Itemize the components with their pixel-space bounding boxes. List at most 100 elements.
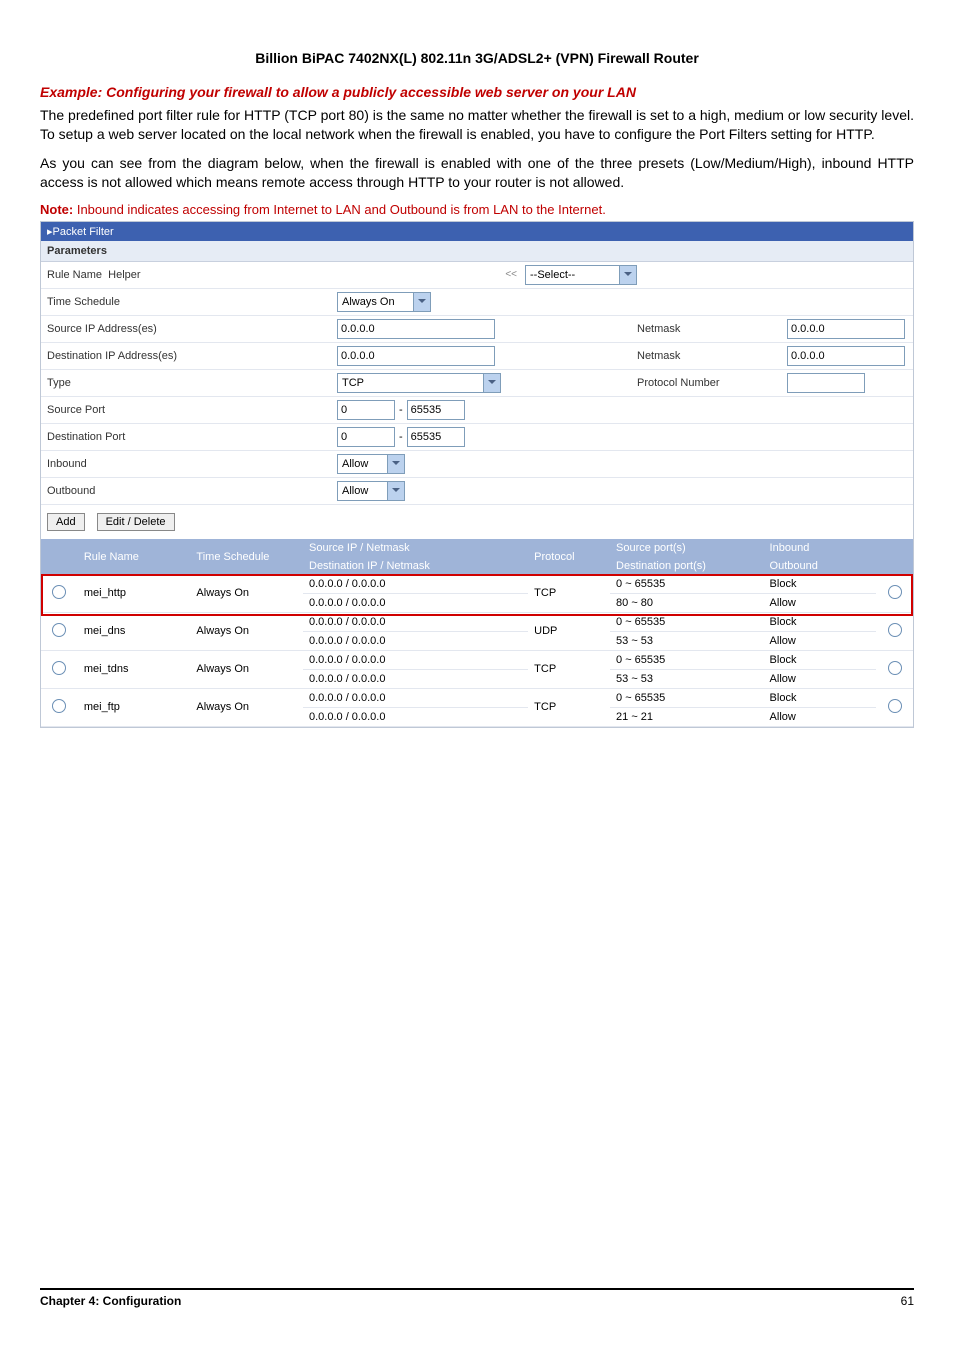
rule-sp-cell: 0 ~ 65535 <box>610 575 764 594</box>
note-text: Inbound indicates accessing from Interne… <box>73 202 606 217</box>
row-radio[interactable] <box>52 661 66 675</box>
rule-dp-cell: 53 ~ 53 <box>610 669 764 688</box>
type-label: Type <box>47 377 337 389</box>
rule-in-cell: Block <box>764 575 877 594</box>
protocol-number-label: Protocol Number <box>637 377 787 389</box>
rule-schedule-cell: Always On <box>190 650 303 688</box>
source-port-to-input[interactable] <box>407 400 465 420</box>
table-row: mei_dnsAlways On0.0.0.0 / 0.0.0.0UDP0 ~ … <box>41 612 913 631</box>
row-radio-right[interactable] <box>888 623 902 637</box>
paragraph-1: The predefined port filter rule for HTTP… <box>40 106 914 144</box>
rule-schedule-cell: Always On <box>190 575 303 613</box>
source-ip-input[interactable] <box>337 319 495 339</box>
panel-title: ▸Packet Filter <box>41 222 913 241</box>
col-rule-name: Rule Name <box>78 539 191 575</box>
table-row: mei_ftpAlways On0.0.0.0 / 0.0.0.0TCP0 ~ … <box>41 688 913 707</box>
rule-out-cell: Allow <box>764 707 877 726</box>
dest-ip-input[interactable] <box>337 346 495 366</box>
dash-separator: - <box>399 431 403 443</box>
source-netmask-label: Netmask <box>637 323 787 335</box>
packet-filter-panel: ▸Packet Filter Parameters Rule Name Help… <box>40 221 914 728</box>
rule-proto-cell: TCP <box>528 650 610 688</box>
parameters-heading: Parameters <box>41 241 913 262</box>
edit-delete-button[interactable]: Edit / Delete <box>97 513 175 531</box>
source-netmask-input[interactable] <box>787 319 905 339</box>
col-dest-ip: Destination IP / Netmask <box>303 557 528 575</box>
rules-table: Rule Name Time Schedule Source IP / Netm… <box>41 539 913 727</box>
type-select[interactable]: TCP <box>337 373 501 393</box>
rule-name-cell: mei_dns <box>78 612 191 650</box>
rule-sp-cell: 0 ~ 65535 <box>610 612 764 631</box>
row-radio[interactable] <box>52 623 66 637</box>
rule-sp-cell: 0 ~ 65535 <box>610 688 764 707</box>
col-dest-ports: Destination port(s) <box>610 557 764 575</box>
helper-arrow-icon: << <box>505 269 517 280</box>
rule-proto-cell: UDP <box>528 612 610 650</box>
rule-out-cell: Allow <box>764 669 877 688</box>
rule-name-cell: mei_ftp <box>78 688 191 726</box>
rule-src-cell: 0.0.0.0 / 0.0.0.0 <box>303 688 528 707</box>
rule-dp-cell: 53 ~ 53 <box>610 631 764 650</box>
source-port-from-input[interactable] <box>337 400 395 420</box>
outbound-label: Outbound <box>47 485 337 497</box>
rule-schedule-cell: Always On <box>190 612 303 650</box>
row-radio[interactable] <box>52 699 66 713</box>
rule-out-cell: Allow <box>764 631 877 650</box>
col-source-ports: Source port(s) <box>610 539 764 557</box>
table-row: mei_httpAlways On0.0.0.0 / 0.0.0.0TCP0 ~… <box>41 575 913 594</box>
rule-proto-cell: TCP <box>528 688 610 726</box>
rule-src-cell: 0.0.0.0 / 0.0.0.0 <box>303 575 528 594</box>
time-schedule-select[interactable]: Always On <box>337 292 431 312</box>
rule-schedule-cell: Always On <box>190 688 303 726</box>
page-footer: Chapter 4: Configuration 61 <box>40 1288 914 1308</box>
note-line: Note: Inbound indicates accessing from I… <box>40 202 914 217</box>
col-outbound: Outbound <box>764 557 877 575</box>
note-label: Note: <box>40 202 73 217</box>
add-button[interactable]: Add <box>47 513 85 531</box>
rule-name-cell: mei_tdns <box>78 650 191 688</box>
rule-out-cell: Allow <box>764 593 877 612</box>
rule-dp-cell: 21 ~ 21 <box>610 707 764 726</box>
paragraph-2: As you can see from the diagram below, w… <box>40 154 914 192</box>
dest-netmask-label: Netmask <box>637 350 787 362</box>
outbound-select[interactable]: Allow <box>337 481 405 501</box>
rule-sp-cell: 0 ~ 65535 <box>610 650 764 669</box>
col-protocol: Protocol <box>528 539 610 575</box>
page-title: Billion BiPAC 7402NX(L) 802.11n 3G/ADSL2… <box>40 50 914 66</box>
rule-name-select[interactable]: --Select-- <box>525 265 637 285</box>
rule-proto-cell: TCP <box>528 575 610 613</box>
rule-name-label: Rule Name Helper <box>47 269 337 281</box>
rule-dp-cell: 80 ~ 80 <box>610 593 764 612</box>
rule-dst-cell: 0.0.0.0 / 0.0.0.0 <box>303 669 528 688</box>
row-radio-right[interactable] <box>888 585 902 599</box>
rule-in-cell: Block <box>764 688 877 707</box>
rule-src-cell: 0.0.0.0 / 0.0.0.0 <box>303 650 528 669</box>
dest-port-from-input[interactable] <box>337 427 395 447</box>
rule-name-cell: mei_http <box>78 575 191 613</box>
dest-netmask-input[interactable] <box>787 346 905 366</box>
protocol-number-input[interactable] <box>787 373 865 393</box>
dest-port-label: Destination Port <box>47 431 337 443</box>
page-number: 61 <box>901 1294 914 1308</box>
col-source-ip: Source IP / Netmask <box>303 539 528 557</box>
time-schedule-label: Time Schedule <box>47 296 337 308</box>
dest-port-to-input[interactable] <box>407 427 465 447</box>
inbound-select[interactable]: Allow <box>337 454 405 474</box>
rule-in-cell: Block <box>764 612 877 631</box>
row-radio-right[interactable] <box>888 661 902 675</box>
rule-in-cell: Block <box>764 650 877 669</box>
col-inbound: Inbound <box>764 539 877 557</box>
inbound-label: Inbound <box>47 458 337 470</box>
row-radio-right[interactable] <box>888 699 902 713</box>
source-port-label: Source Port <box>47 404 337 416</box>
rule-dst-cell: 0.0.0.0 / 0.0.0.0 <box>303 707 528 726</box>
row-radio[interactable] <box>52 585 66 599</box>
dash-separator: - <box>399 404 403 416</box>
chapter-label: Chapter 4: Configuration <box>40 1294 181 1308</box>
dest-ip-label: Destination IP Address(es) <box>47 350 337 362</box>
example-heading: Example: Configuring your firewall to al… <box>40 84 914 100</box>
table-row: mei_tdnsAlways On0.0.0.0 / 0.0.0.0TCP0 ~… <box>41 650 913 669</box>
rule-src-cell: 0.0.0.0 / 0.0.0.0 <box>303 612 528 631</box>
source-ip-label: Source IP Address(es) <box>47 323 337 335</box>
rule-dst-cell: 0.0.0.0 / 0.0.0.0 <box>303 593 528 612</box>
